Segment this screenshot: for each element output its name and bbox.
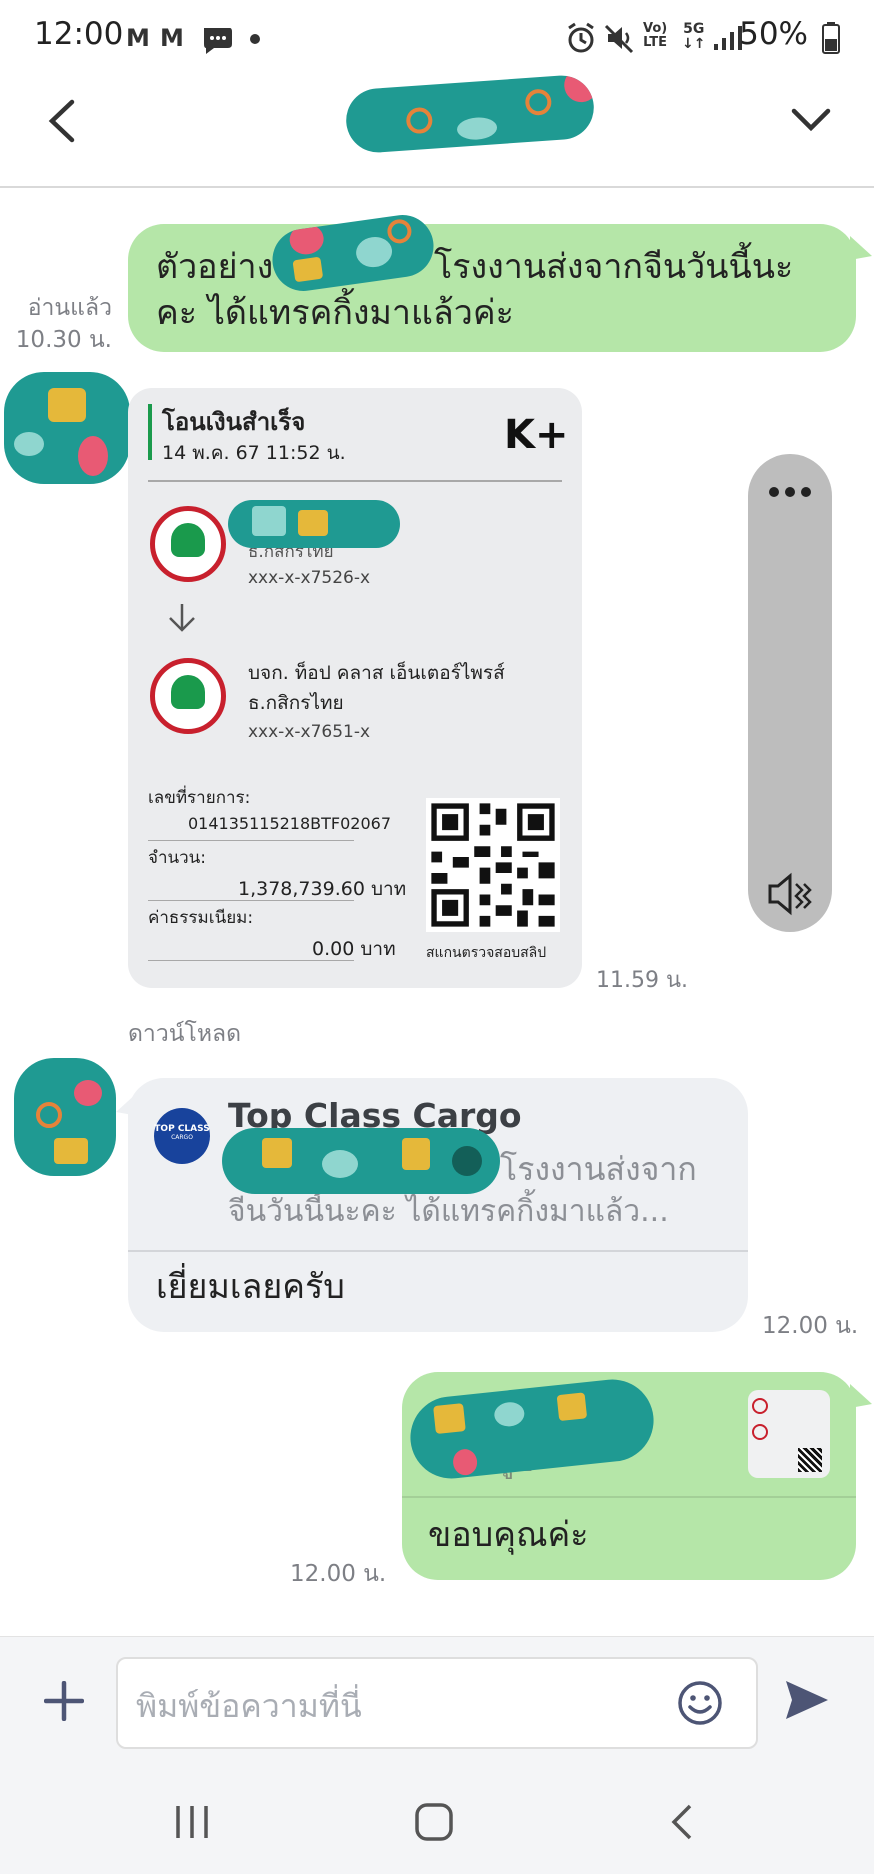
slip-fee-label: ค่าธรรมเนียม: — [148, 908, 254, 928]
qr-caption: สแกนตรวจสอบสลิป — [426, 945, 547, 961]
avatar[interactable] — [14, 1058, 116, 1176]
message-time: 10.30 น. — [15, 327, 112, 353]
slip-divider — [148, 480, 562, 482]
mute-icon — [604, 24, 634, 54]
redacted-contact-name[interactable] — [344, 73, 596, 155]
qr-code — [798, 1448, 822, 1472]
home-icon[interactable] — [414, 1802, 454, 1842]
message-text: ขอบคุณค่ะ — [428, 1515, 589, 1555]
download-link[interactable]: ดาวน์โหลด — [128, 1016, 241, 1052]
message-input-placeholder: พิมพ์ข้อความที่นี่ — [136, 1687, 362, 1725]
message-bubble-incoming[interactable]: TOP CLASS CARGO Top Class Cargo โรงงานส่… — [128, 1078, 748, 1332]
gmail-icon: M — [126, 24, 150, 52]
slip-ref-value: 014135115218BTF02067 — [188, 814, 392, 833]
kbank-logo-icon — [752, 1398, 768, 1414]
redacted-sender-name — [228, 500, 400, 548]
kbank-logo-icon — [150, 658, 226, 734]
gmail-icon: M — [160, 24, 184, 52]
recent-apps-icon[interactable] — [172, 1804, 212, 1840]
bubble-tail — [850, 1384, 872, 1408]
slip-amount-label: จำนวน: — [148, 848, 207, 868]
slip-from-account: xxx-x-x7526-x — [248, 568, 371, 588]
message-input[interactable]: พิมพ์ข้อความที่นี่ — [116, 1657, 758, 1749]
message-text: เยี่ยมเลยครับ — [156, 1267, 345, 1307]
slip-accent — [148, 404, 152, 460]
message-time: 12.00 น. — [290, 1561, 387, 1587]
slip-date: 14 พ.ค. 67 11:52 น. — [162, 442, 346, 464]
read-receipt: อ่านแล้ว — [27, 295, 112, 321]
message-bubble-outgoing[interactable]: ตัวอย่าง โรงงานส่งจากจีนวันนี้นะ คะ ได้แ… — [128, 224, 856, 352]
header-divider — [0, 186, 874, 188]
redacted-text — [222, 1128, 500, 1194]
message-text: คะ ได้แทรคกิ้งมาแล้วค่ะ — [156, 293, 514, 333]
5g-icon: 5G ↓↑ — [682, 21, 706, 52]
slip-to-account: xxx-x-x7651-x — [248, 722, 371, 742]
dot-icon — [250, 34, 260, 44]
battery-icon — [822, 22, 840, 54]
chevron-down-icon[interactable] — [790, 106, 832, 134]
quote-divider — [402, 1496, 856, 1498]
nav-back-icon[interactable] — [668, 1802, 696, 1842]
quoted-image-thumbnail[interactable] — [748, 1390, 830, 1478]
message-text: โรงงานส่งจากจีนวันนี้นะ — [434, 247, 794, 287]
arrow-down-icon — [169, 604, 195, 632]
more-options-icon[interactable] — [768, 484, 812, 500]
alarm-icon — [568, 22, 594, 53]
slip-to-name: บจก. ท็อป คลาส เอ็นเตอร์ไพรส์ — [248, 662, 505, 684]
send-icon[interactable] — [782, 1677, 832, 1723]
quoted-text: จีนวันนี้นะคะ ได้แทรคกิ้งมาแล้ว... — [228, 1194, 669, 1229]
volume-mute-icon[interactable] — [766, 872, 812, 916]
kbank-logo-icon — [150, 506, 226, 582]
slip-divider — [148, 840, 354, 841]
avatar[interactable] — [4, 372, 130, 484]
kplus-logo: K+ — [504, 412, 569, 458]
slip-title: โอนเงินสำเร็จ — [162, 408, 306, 436]
qr-code — [426, 798, 560, 932]
slip-divider — [148, 900, 354, 901]
bubble-tail — [116, 1092, 138, 1116]
quote-divider — [128, 1250, 748, 1252]
slip-to-bank: ธ.กสิกรไทย — [248, 692, 344, 714]
message-text: ตัวอย่าง — [156, 247, 274, 287]
slip-divider — [148, 960, 354, 961]
chat-icon — [204, 28, 232, 54]
volte-icon: Vo) LTE — [643, 21, 668, 50]
floating-volume-panel — [748, 454, 832, 932]
message-time: 11.59 น. — [596, 968, 689, 993]
bubble-tail — [850, 236, 872, 260]
top-class-cargo-logo: TOP CLASS CARGO — [154, 1108, 210, 1164]
kbank-logo-icon — [752, 1424, 768, 1440]
emoji-icon[interactable] — [676, 1679, 724, 1727]
message-composer: พิมพ์ข้อความที่นี่ — [0, 1636, 874, 1767]
slip-ref-label: เลขที่รายการ: — [148, 788, 251, 808]
system-nav-bar — [0, 1766, 874, 1874]
status-time: 12:00 — [34, 16, 124, 52]
message-time: 12.00 น. — [762, 1313, 859, 1339]
back-icon[interactable] — [44, 98, 78, 144]
plus-icon[interactable] — [44, 1681, 84, 1721]
battery-percentage: 50% — [739, 16, 808, 52]
transfer-slip-image[interactable]: โอนเงินสำเร็จ 14 พ.ค. 67 11:52 น. K+ ธ.ก… — [128, 388, 582, 988]
